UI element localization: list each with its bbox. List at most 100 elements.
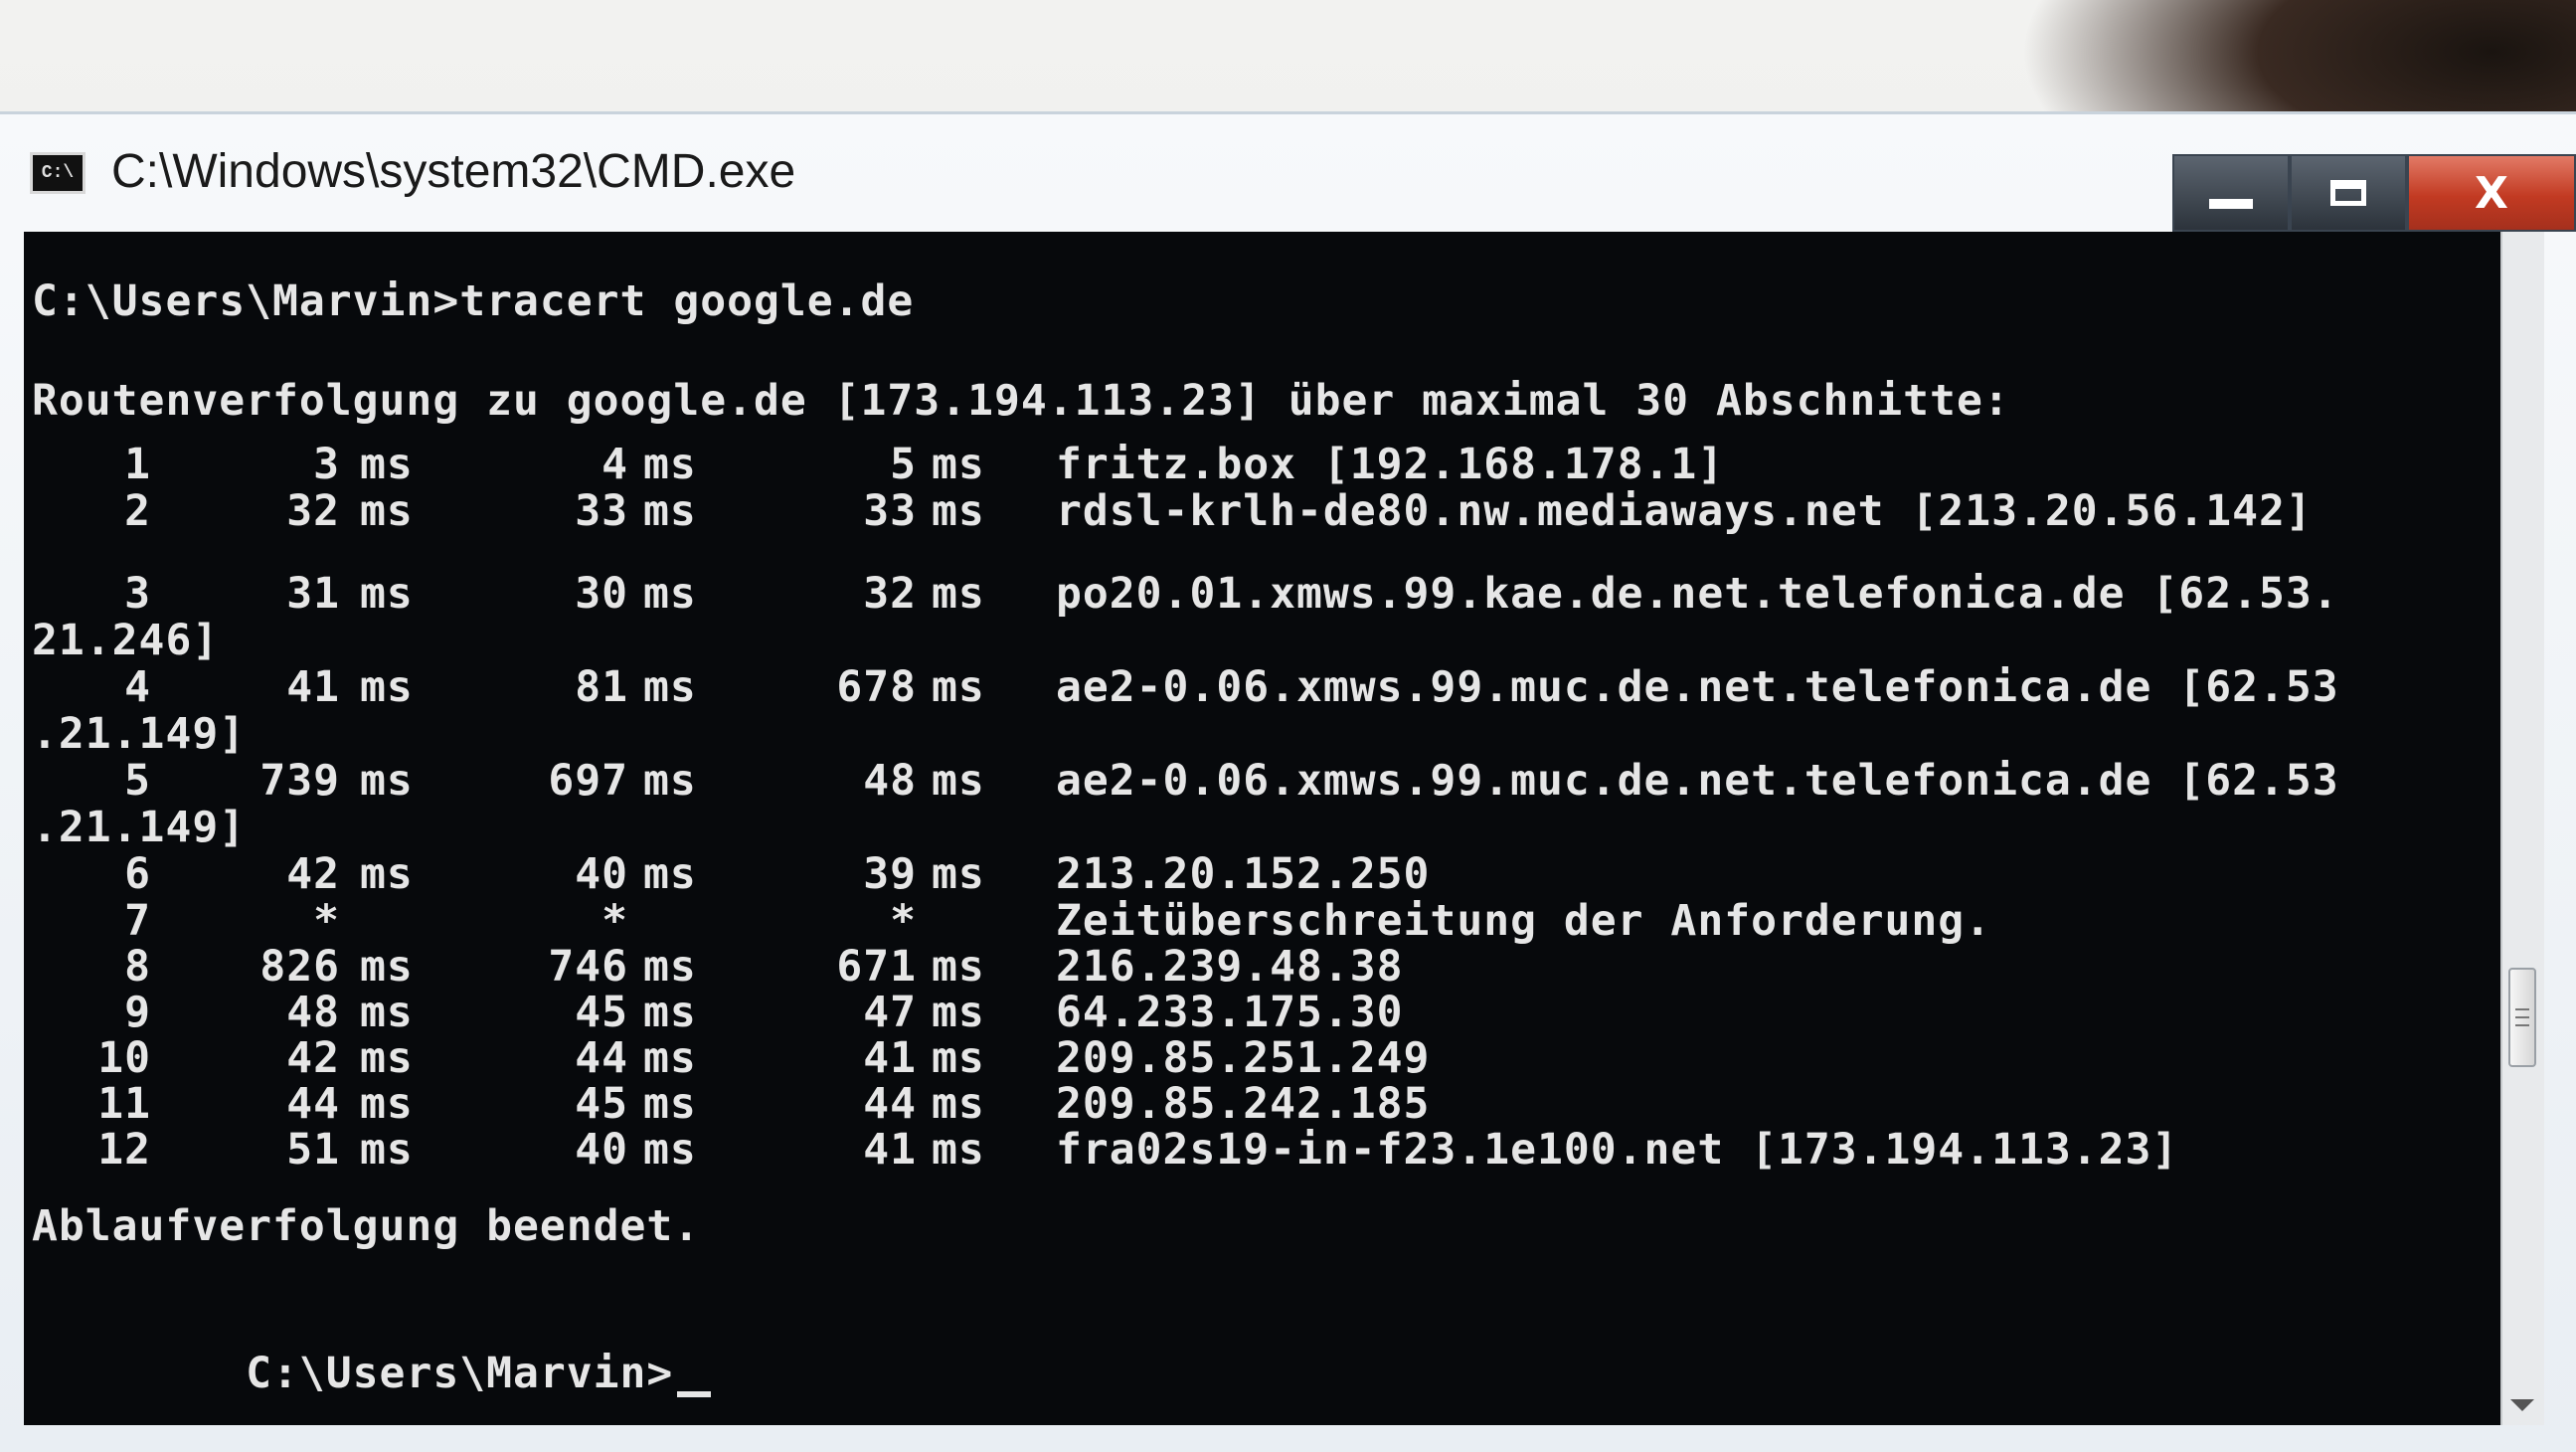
hop-host: ae2-0.06.xmws.99.muc.de.net.telefonica.d… — [1056, 756, 2339, 806]
hop-row: 2 32 ms 33 ms 33 ms rdsl-krlh-de80.nw.mediaways… — [32, 488, 2485, 534]
rtt-2: 33 — [575, 486, 628, 536]
hop-row: 11 44 ms 45 ms 44 ms 209.85.242.185 — [32, 1081, 2485, 1127]
rtt-1-unit: ms — [360, 849, 414, 899]
hop-row: 6 42 ms 40 ms 39 ms 213.20.152.250 — [32, 850, 2485, 898]
cmd-app-icon[interactable]: C:\ — [30, 152, 86, 194]
rtt-2: 746 — [548, 942, 628, 992]
rtt-3: 41 — [863, 1033, 917, 1083]
rtt-3-unit: ms — [932, 662, 985, 712]
rtt-2: * — [601, 896, 628, 946]
rtt-1: 41 — [286, 662, 340, 712]
rtt-2-unit: ms — [643, 942, 697, 992]
close-button[interactable]: X — [2407, 154, 2576, 232]
window-controls: X — [2172, 154, 2576, 240]
hop-host: 216.239.48.38 — [1056, 942, 1404, 992]
hop-number: 5 — [124, 756, 151, 806]
rtt-3: 5 — [890, 440, 917, 489]
hop-host: 209.85.251.249 — [1056, 1033, 1431, 1083]
rtt-1: 739 — [259, 756, 340, 806]
minimize-icon — [2209, 199, 2253, 209]
hop-row: 12 51 ms 40 ms 41 ms fra02s19-in-f23.1e100.net … — [32, 1127, 2485, 1173]
maximize-button[interactable] — [2290, 154, 2407, 232]
rtt-1: 3 — [313, 440, 340, 489]
hop-row: 3 31 ms 30 ms 32 ms po20.01.xmws.99.kae.de.net.… — [32, 570, 2485, 618]
rtt-1: 44 — [286, 1079, 340, 1129]
trace-header: Routenverfolgung zu google.de [173.194.1… — [32, 376, 2010, 426]
rtt-2: 40 — [575, 1125, 628, 1175]
rtt-1-unit: ms — [360, 486, 414, 536]
rtt-2: 45 — [575, 988, 628, 1037]
rtt-3: 39 — [863, 849, 917, 899]
rtt-1: 42 — [286, 1033, 340, 1083]
rtt-2: 697 — [548, 756, 628, 806]
rtt-3: 44 — [863, 1079, 917, 1129]
rtt-3: 678 — [836, 662, 917, 712]
hop-host: fra02s19-in-f23.1e100.net [173.194.113.2… — [1056, 1125, 2179, 1175]
window-title: C:\Windows\system32\CMD.exe — [111, 145, 796, 198]
hop-number: 8 — [124, 942, 151, 992]
scrollbar-thumb[interactable] — [2508, 968, 2536, 1067]
rtt-1-unit: ms — [360, 440, 414, 489]
hop-host: Zeitüberschreitung der Anforderung. — [1056, 896, 1992, 946]
hop-number: 1 — [124, 440, 151, 489]
hop-host: po20.01.xmws.99.kae.de.net.telefonica.de… — [1056, 569, 2339, 619]
hop-host: fritz.box [192.168.178.1] — [1056, 440, 1725, 489]
scroll-down-icon[interactable] — [2510, 1399, 2534, 1411]
hop-row: 4 41 ms 81 ms 678 ms ae2-0.06.xmws.99.muc.de.ne… — [32, 663, 2485, 711]
hop-row: 10 42 ms 44 ms 41 ms 209.85.251.249 — [32, 1035, 2485, 1081]
rtt-2-unit: ms — [643, 440, 697, 489]
rtt-2-unit: ms — [643, 1125, 697, 1175]
hop-row: 8 826 ms 746 ms 671 ms 216.239.48.38 — [32, 944, 2485, 990]
rtt-2: 40 — [575, 849, 628, 899]
rtt-3-unit: ms — [932, 942, 985, 992]
rtt-1: * — [313, 896, 340, 946]
hop-number: 4 — [124, 662, 151, 712]
hop-number: 7 — [124, 896, 151, 946]
rtt-3-unit: ms — [932, 486, 985, 536]
hop-host-continuation: .21.149] — [32, 803, 247, 852]
rtt-2: 44 — [575, 1033, 628, 1083]
rtt-3-unit: ms — [932, 1125, 985, 1175]
hop-host: rdsl-krlh-de80.nw.mediaways.net [213.20.… — [1056, 486, 2313, 536]
minimize-button[interactable] — [2172, 154, 2290, 232]
rtt-1: 42 — [286, 849, 340, 899]
title-bar[interactable]: C:\ C:\Windows\system32\CMD.exe X — [0, 114, 2576, 232]
close-icon: X — [2475, 167, 2508, 219]
rtt-1: 51 — [286, 1125, 340, 1175]
hop-number: 12 — [97, 1125, 151, 1175]
rtt-1-unit: ms — [360, 1033, 414, 1083]
rtt-3: 48 — [863, 756, 917, 806]
cmd-window: C:\ C:\Windows\system32\CMD.exe X C:\Use… — [0, 111, 2576, 1452]
rtt-1-unit: ms — [360, 756, 414, 806]
rtt-3-unit: ms — [932, 988, 985, 1037]
rtt-3-unit: ms — [932, 849, 985, 899]
text-cursor — [677, 1391, 712, 1397]
rtt-2-unit: ms — [643, 1033, 697, 1083]
vertical-scrollbar[interactable] — [2500, 232, 2544, 1425]
hop-row: 9 48 ms 45 ms 47 ms 64.233.175.30 — [32, 990, 2485, 1035]
command-line: C:\Users\Marvin>tracert google.de — [32, 276, 915, 326]
rtt-3: * — [890, 896, 917, 946]
rtt-2-unit: ms — [643, 988, 697, 1037]
maximize-icon — [2330, 180, 2366, 206]
rtt-2-unit: ms — [643, 849, 697, 899]
rtt-1: 826 — [259, 942, 340, 992]
rtt-1-unit: ms — [360, 942, 414, 992]
rtt-2-unit: ms — [643, 1079, 697, 1129]
rtt-2-unit: ms — [643, 662, 697, 712]
hop-number: 9 — [124, 988, 151, 1037]
hop-number: 3 — [124, 569, 151, 619]
rtt-3: 32 — [863, 569, 917, 619]
rtt-3-unit: ms — [932, 569, 985, 619]
hop-number: 10 — [97, 1033, 151, 1083]
hop-row: 5 739 ms 697 ms 48 ms ae2-0.06.xmws.99.muc.de.n… — [32, 757, 2485, 805]
hop-host: 209.85.242.185 — [1056, 1079, 1431, 1129]
hop-number: 11 — [97, 1079, 151, 1129]
hop-number: 2 — [124, 486, 151, 536]
console-output[interactable]: C:\Users\Marvin>tracert google.de Routen… — [24, 232, 2544, 1425]
hop-host: 213.20.152.250 — [1056, 849, 1431, 899]
rtt-1-unit: ms — [360, 569, 414, 619]
rtt-1-unit: ms — [360, 988, 414, 1037]
rtt-2-unit: ms — [643, 569, 697, 619]
rtt-3-unit: ms — [932, 1033, 985, 1083]
